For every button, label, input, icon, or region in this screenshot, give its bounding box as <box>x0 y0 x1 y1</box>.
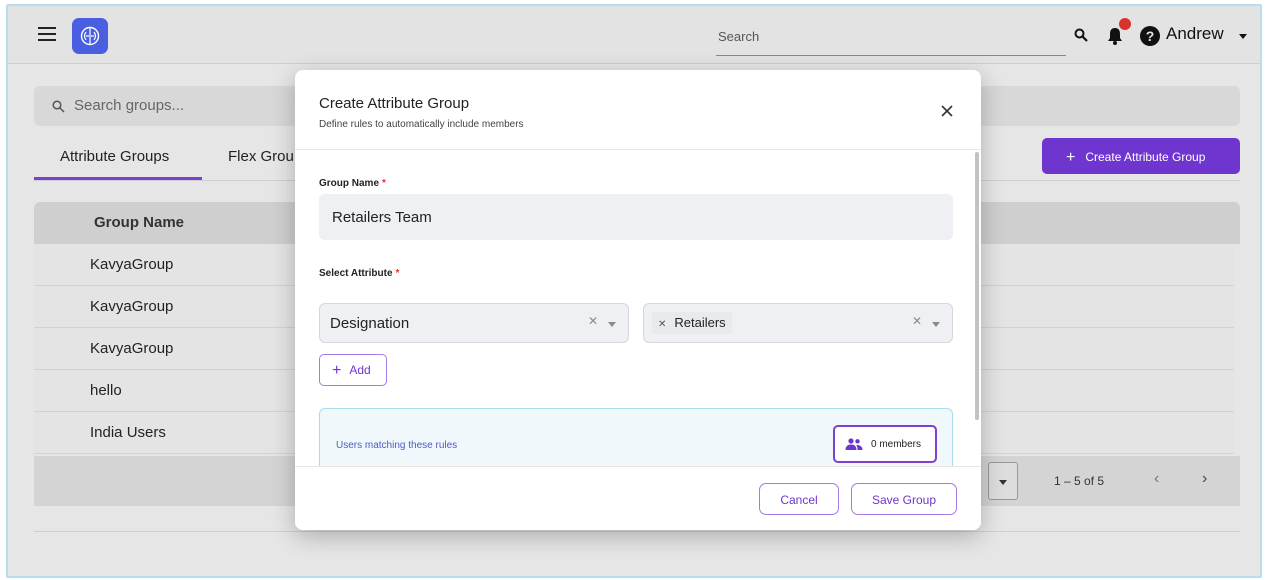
select-attribute-label: Select Attribute * <box>319 268 399 279</box>
create-attribute-group-button[interactable]: + Create Attribute Group <box>1042 138 1240 174</box>
plus-icon: + <box>332 362 342 379</box>
members-count-label: 0 members <box>871 439 922 450</box>
people-icon <box>845 438 863 450</box>
select-attribute-label-text: Select Attribute <box>319 268 393 279</box>
group-name-cell: KavyaGroup <box>90 298 174 315</box>
group-name-cell: KavyaGroup <box>90 340 174 357</box>
chevron-down-icon[interactable] <box>608 322 616 327</box>
previous-page-button[interactable]: ‹ <box>1154 470 1159 488</box>
help-icon[interactable]: ? <box>1140 26 1160 46</box>
global-search-input[interactable]: Search <box>716 22 1066 56</box>
group-name-cell: hello <box>90 382 122 399</box>
attribute-select[interactable]: Designation ✕ <box>319 303 629 343</box>
group-name-cell: KavyaGroup <box>90 256 174 273</box>
plus-icon: + <box>1066 149 1076 166</box>
attribute-select-value: Designation <box>330 315 410 332</box>
dialog-footer: Cancel Save Group <box>295 466 981 530</box>
create-button-label: Create Attribute Group <box>1085 150 1206 164</box>
dialog-subtitle: Define rules to automatically include me… <box>319 119 524 130</box>
brain-icon <box>80 26 100 46</box>
group-name-label: Group Name * <box>319 178 386 189</box>
group-name-cell: India Users <box>90 424 166 441</box>
close-icon[interactable] <box>940 104 954 118</box>
search-icon <box>52 100 65 113</box>
chip-remove-icon[interactable]: ✕ <box>658 319 666 330</box>
app-logo[interactable] <box>72 18 108 54</box>
members-count-button[interactable]: 0 members <box>833 425 937 463</box>
group-name-input[interactable]: Retailers Team <box>319 194 953 240</box>
search-icon[interactable] <box>1074 28 1088 42</box>
attribute-value-select[interactable]: ✕ Retailers ✕ <box>643 303 953 343</box>
group-name-label-text: Group Name <box>319 178 380 189</box>
chevron-down-icon[interactable] <box>1239 34 1247 39</box>
add-rule-button[interactable]: + Add <box>319 354 387 386</box>
chip-label: Retailers <box>674 315 726 330</box>
tab-attribute-groups[interactable]: Attribute Groups <box>60 148 169 165</box>
dialog-scrollbar[interactable] <box>975 152 979 420</box>
save-group-button[interactable]: Save Group <box>851 483 957 515</box>
value-chip[interactable]: ✕ Retailers <box>652 312 732 334</box>
required-mark: * <box>395 268 400 279</box>
create-attribute-group-dialog: Create Attribute Group Define rules to a… <box>295 70 981 530</box>
user-menu-name[interactable]: Andrew <box>1166 24 1224 44</box>
dialog-header-divider <box>295 149 981 150</box>
required-mark: * <box>382 178 386 189</box>
page-divider <box>34 531 1240 532</box>
dialog-title: Create Attribute Group <box>319 95 470 112</box>
app-window: Search ? Andrew Search groups... Attribu… <box>6 4 1262 578</box>
add-button-label: Add <box>349 363 371 377</box>
clear-icon[interactable]: ✕ <box>588 314 598 328</box>
next-page-button[interactable]: › <box>1202 470 1207 488</box>
matching-rules-text: Users matching these rules <box>336 440 458 451</box>
menu-icon[interactable] <box>38 27 56 41</box>
clear-icon[interactable]: ✕ <box>912 314 922 328</box>
column-header-group-name: Group Name <box>94 214 185 231</box>
tab-flex-groups[interactable]: Flex Grou <box>228 148 294 165</box>
top-bar: Search ? Andrew <box>8 6 1260 64</box>
cancel-button[interactable]: Cancel <box>759 483 839 515</box>
pagination-range: 1 – 5 of 5 <box>1054 474 1105 488</box>
rows-per-page-select[interactable] <box>988 462 1018 500</box>
chevron-down-icon[interactable] <box>932 322 940 327</box>
notification-badge <box>1119 18 1131 30</box>
